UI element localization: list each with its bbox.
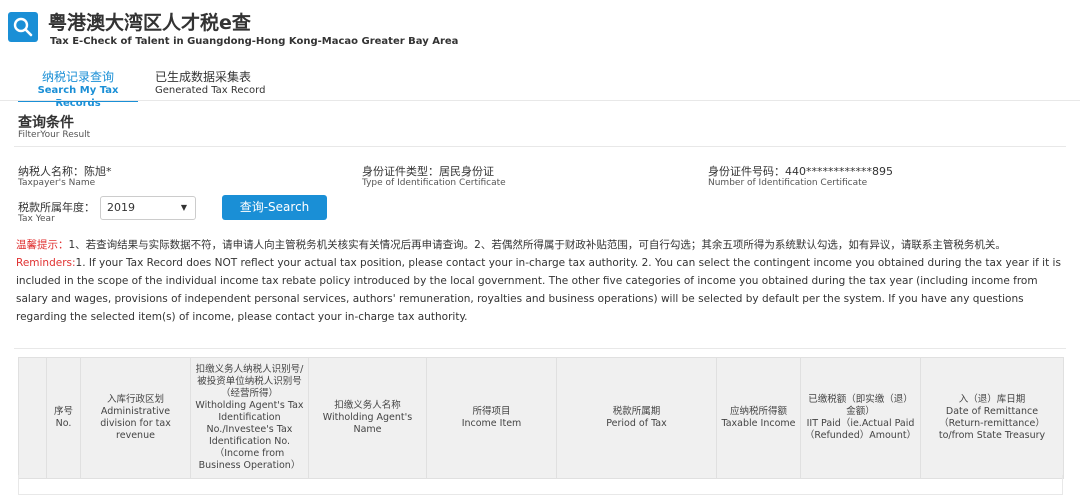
app-title: 粤港澳大湾区人才税e查	[48, 12, 251, 34]
filter-section-title: 查询条件 FilterYour Result	[18, 116, 90, 141]
field-label-en: Number of Identification Certificate	[708, 178, 868, 188]
reminder-notice: 温馨提示：1、若查询结果与实际数据不符，请申请人向主管税务机关核实有关情况后再申…	[16, 236, 1066, 326]
search-icon	[8, 12, 38, 42]
field-label-en: Type of Identification Certificate	[362, 178, 506, 188]
select-value: 2019	[107, 201, 135, 214]
divider	[14, 348, 1066, 349]
section-title-en: FilterYour Result	[18, 130, 91, 140]
id-type-field: 身份证件类型：居民身份证 Type of Identification Cert…	[362, 166, 506, 189]
column-header-admin-division: 入库行政区划 Administrative division for tax re…	[80, 357, 191, 479]
tab-generated-records[interactable]: 已生成数据采集表 Generated Tax Record	[155, 70, 265, 97]
column-header-period: 税款所属期 Period of Tax	[556, 357, 717, 479]
field-label-cn: 身份证件类型：居民身份证	[362, 165, 494, 178]
column-header-no: 序号 No.	[46, 357, 81, 479]
tab-label-en: Generated Tax Record	[155, 85, 266, 96]
search-button[interactable]: 查询-Search	[222, 195, 327, 220]
reminder-en: Reminders:1. If your Tax Record does NOT…	[16, 254, 1066, 326]
field-label-cn: 身份证件号码：440************895	[708, 165, 893, 178]
reminder-cn: 温馨提示：1、若查询结果与实际数据不符，请申请人向主管税务机关核实有关情况后再申…	[16, 236, 1066, 254]
tab-label-cn: 纳税记录查询	[41, 70, 114, 84]
section-title-cn: 查询条件	[18, 115, 74, 131]
reminder-label-en: Reminders:	[16, 257, 76, 269]
tax-year-label: 税款所属年度： Tax Year	[18, 202, 95, 225]
table-body	[18, 475, 1063, 495]
reminder-text-en: 1. If your Tax Record does NOT reflect y…	[16, 257, 1061, 323]
field-label-cn: 税款所属年度：	[18, 201, 95, 214]
column-header-iit-paid: 已缴税额（即实缴（退）金额） IIT Paid（ie.Actual Paid（Re…	[800, 357, 921, 479]
app-subtitle: Tax E-Check of Talent in Guangdong-Hong …	[50, 36, 459, 47]
field-label-cn: 纳税人名称：陈旭*	[18, 165, 112, 178]
column-header-agent-name: 扣缴义务人名称 Witholding Agent's Name	[308, 357, 427, 479]
reminder-text-cn: 1、若查询结果与实际数据不符，请申请人向主管税务机关核实有关情况后再申请查询。2…	[68, 239, 1006, 251]
reminder-label-cn: 温馨提示：	[16, 239, 69, 251]
tab-label-cn: 已生成数据采集表	[155, 70, 252, 84]
divider	[14, 146, 1066, 147]
divider	[0, 100, 1080, 101]
tax-year-select[interactable]: 2019 ▼	[100, 196, 196, 220]
column-header-income-item: 所得项目 Income Item	[426, 357, 557, 479]
tab-label-en: Search My Tax Records	[37, 85, 119, 109]
tab-bar: 纳税记录查询 Search My Tax Records 已生成数据采集表 Ge…	[0, 52, 1080, 109]
caret-down-icon: ▼	[180, 203, 187, 212]
table-header-row: 序号 No. 入库行政区划 Administrative division for …	[18, 357, 1064, 479]
column-header-remittance-date: 入（退）库日期 Date of Remittance（Return-remitta…	[920, 357, 1064, 479]
field-label-en: Taxpayer's Name	[18, 178, 96, 188]
column-header-agent-tax-id: 扣缴义务人纳税人识别号/被投资单位纳税人识别号（经营所得） Witholding …	[190, 357, 309, 479]
tax-records-table: 序号 No. 入库行政区划 Administrative division for …	[18, 357, 1064, 479]
id-number-field: 身份证件号码：440************895 Number of Iden…	[708, 166, 893, 189]
taxpayer-name-field: 纳税人名称：陈旭* Taxpayer's Name	[18, 166, 112, 189]
tab-search-records[interactable]: 纳税记录查询 Search My Tax Records	[16, 70, 140, 110]
app-header: 粤港澳大湾区人才税e查 Tax E-Check of Talent in Gua…	[0, 0, 1080, 52]
column-header-taxable-income: 应纳税所得额 Taxable Income	[716, 357, 801, 479]
field-label-en: Tax Year	[18, 214, 55, 224]
column-header-checkbox	[18, 357, 47, 479]
